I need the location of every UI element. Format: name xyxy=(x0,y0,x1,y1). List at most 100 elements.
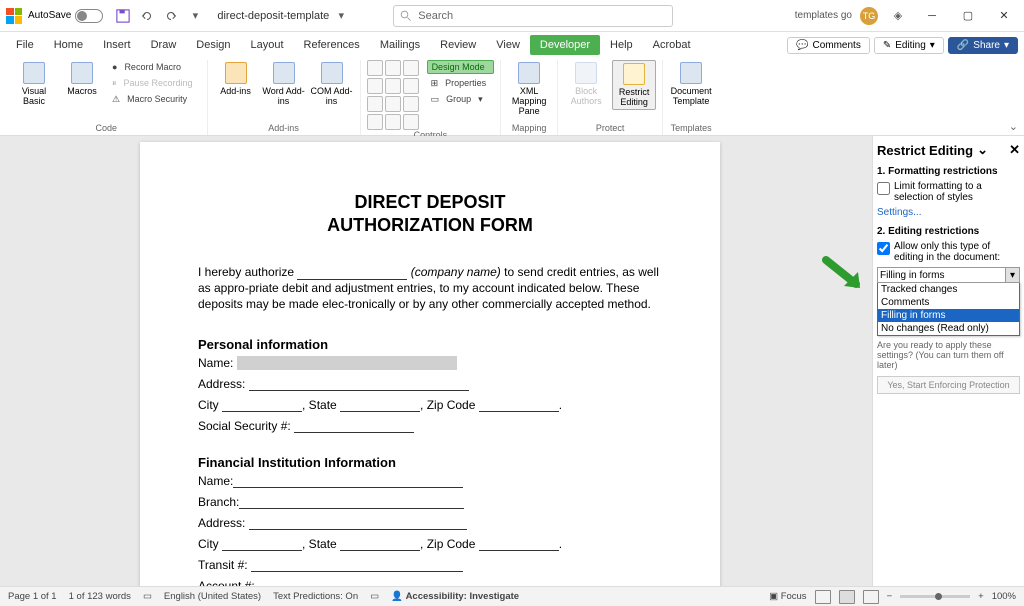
editing-checkbox[interactable]: Allow only this type of editing in the d… xyxy=(877,241,1020,263)
field-ssn: Social Security #: xyxy=(198,419,662,433)
field-name2: Name: xyxy=(198,474,662,488)
autosave-label: AutoSave xyxy=(28,10,71,21)
ribbon-collapse-icon[interactable]: ⌄ xyxy=(1009,120,1018,133)
autosave-toggle[interactable] xyxy=(75,9,103,23)
document-template-button[interactable]: Document Template xyxy=(669,60,713,108)
tab-review[interactable]: Review xyxy=(430,35,486,55)
field-account: Account #: xyxy=(198,579,662,586)
menu-bar: File Home Insert Draw Design Layout Refe… xyxy=(0,32,1024,58)
restrict-editing-button[interactable]: Restrict Editing xyxy=(612,60,656,110)
editing-type-select[interactable]: Filling in forms ▾ xyxy=(877,267,1020,283)
user-avatar[interactable]: TG xyxy=(860,7,878,25)
tab-home[interactable]: Home xyxy=(44,35,93,55)
track-changes-icon[interactable]: ▭ xyxy=(370,591,379,602)
view-print-icon[interactable] xyxy=(839,590,855,604)
word-count[interactable]: 1 of 123 words xyxy=(69,591,131,602)
tab-layout[interactable]: Layout xyxy=(241,35,294,55)
close-button[interactable]: ✕ xyxy=(990,2,1018,30)
chevron-down-icon[interactable]: ▾ xyxy=(1005,268,1019,282)
pane-close-button[interactable]: ✕ xyxy=(1009,142,1020,158)
zoom-level[interactable]: 100% xyxy=(992,591,1016,602)
option-comments[interactable]: Comments xyxy=(878,296,1019,309)
ribbon-group-protect: Block Authors Restrict Editing Protect xyxy=(558,60,663,135)
group-button[interactable]: ▭ Group ▾ xyxy=(427,92,495,106)
controls-grid-2[interactable] xyxy=(367,96,419,130)
account-name[interactable]: templates go xyxy=(795,10,852,21)
visual-basic-button[interactable]: Visual Basic xyxy=(12,60,56,108)
pane-section-1: 1. Formatting restrictions xyxy=(877,166,1020,177)
doc-title-2: AUTHORIZATION FORM xyxy=(198,215,662,236)
maximize-button[interactable]: ▢ xyxy=(954,2,982,30)
tab-help[interactable]: Help xyxy=(600,35,643,55)
tab-draw[interactable]: Draw xyxy=(141,35,187,55)
properties-button[interactable]: ⊞ Properties xyxy=(427,76,495,90)
tab-design[interactable]: Design xyxy=(186,35,240,55)
field-transit: Transit #: xyxy=(198,558,662,572)
controls-grid-1[interactable] xyxy=(367,60,419,94)
field-address: Address: xyxy=(198,377,662,391)
settings-link[interactable]: Settings... xyxy=(877,207,1020,218)
spell-icon[interactable]: ▭ xyxy=(143,591,152,602)
ribbon-group-templates: Document Template Templates xyxy=(663,60,719,135)
tab-mailings[interactable]: Mailings xyxy=(370,35,430,55)
focus-mode[interactable]: ▣ Focus xyxy=(769,591,807,602)
field-branch: Branch: xyxy=(198,495,662,509)
zoom-slider[interactable] xyxy=(900,595,970,598)
ribbon-group-code: Visual Basic Macros ● Record Macro ⏸ Pau… xyxy=(6,60,208,135)
zoom-in-button[interactable]: + xyxy=(978,591,984,602)
qat-dropdown-icon[interactable]: ▾ xyxy=(187,8,203,24)
title-bar: AutoSave ▾ direct-deposit-template ▾ Sea… xyxy=(0,0,1024,32)
document-area: DIRECT DEPOSIT AUTHORIZATION FORM I here… xyxy=(0,136,1024,586)
option-tracked[interactable]: Tracked changes xyxy=(878,283,1019,296)
tab-developer[interactable]: Developer xyxy=(530,35,600,55)
pause-recording-button: ⏸ Pause Recording xyxy=(108,76,201,90)
option-nochanges[interactable]: No changes (Read only) xyxy=(878,322,1019,335)
tab-file[interactable]: File xyxy=(6,35,44,55)
record-macro-button[interactable]: ● Record Macro xyxy=(108,60,201,74)
pane-note: Are you ready to apply these settings? (… xyxy=(877,340,1020,370)
editing-type-dropdown: Tracked changes Comments Filling in form… xyxy=(877,282,1020,336)
start-enforcing-button[interactable]: Yes, Start Enforcing Protection xyxy=(877,376,1020,394)
macro-security-button[interactable]: ⚠ Macro Security xyxy=(108,92,201,106)
language[interactable]: English (United States) xyxy=(164,591,261,602)
document-page[interactable]: DIRECT DEPOSIT AUTHORIZATION FORM I here… xyxy=(140,142,720,586)
minimize-button[interactable]: ─ xyxy=(918,2,946,30)
redo-icon[interactable] xyxy=(163,8,179,24)
ribbon-group-controls: Design Mode ⊞ Properties ▭ Group ▾ Contr… xyxy=(361,60,502,135)
undo-icon[interactable] xyxy=(139,8,155,24)
status-bar: Page 1 of 1 1 of 123 words ▭ English (Un… xyxy=(0,586,1024,606)
pane-section-2: 2. Editing restrictions xyxy=(877,226,1020,237)
xml-mapping-button[interactable]: XML Mapping Pane xyxy=(507,60,551,118)
save-icon[interactable] xyxy=(115,8,131,24)
comments-button[interactable]: 💬 Comments xyxy=(787,37,870,54)
search-input[interactable]: Search xyxy=(393,5,673,27)
macros-button[interactable]: Macros xyxy=(60,60,104,98)
title-dropdown-icon[interactable]: ▾ xyxy=(333,8,349,24)
zoom-out-button[interactable]: − xyxy=(887,591,893,602)
option-filling[interactable]: Filling in forms xyxy=(878,309,1019,322)
doc-intro: I hereby authorize (company name) to sen… xyxy=(198,264,662,313)
tab-insert[interactable]: Insert xyxy=(93,35,141,55)
word-addins-button[interactable]: Word Add-ins xyxy=(262,60,306,108)
accessibility[interactable]: 👤 Accessibility: Investigate xyxy=(391,591,519,602)
tab-references[interactable]: References xyxy=(294,35,370,55)
search-placeholder: Search xyxy=(418,10,453,22)
com-addins-button[interactable]: COM Add-ins xyxy=(310,60,354,108)
view-web-icon[interactable] xyxy=(863,590,879,604)
page-count[interactable]: Page 1 of 1 xyxy=(8,591,57,602)
annotation-arrow-icon xyxy=(820,254,870,298)
text-predictions[interactable]: Text Predictions: On xyxy=(273,591,358,602)
tab-view[interactable]: View xyxy=(486,35,530,55)
view-read-icon[interactable] xyxy=(815,590,831,604)
ribbon-group-addins: Add-ins Word Add-ins COM Add-ins Add-ins xyxy=(208,60,361,135)
pane-dropdown-icon[interactable]: ⌄ xyxy=(977,142,988,158)
formatting-checkbox[interactable]: Limit formatting to a selection of style… xyxy=(877,181,1020,203)
design-mode-button[interactable]: Design Mode xyxy=(427,60,495,74)
search-icon xyxy=(400,10,412,22)
restrict-editing-pane: Restrict Editing ⌄ ✕ 1. Formatting restr… xyxy=(872,136,1024,586)
diamond-icon[interactable]: ◈ xyxy=(890,8,906,24)
editing-button[interactable]: ✎ Editing ▾ xyxy=(874,37,944,54)
share-button[interactable]: 🔗 Share ▾ xyxy=(948,37,1018,54)
addins-button[interactable]: Add-ins xyxy=(214,60,258,98)
tab-acrobat[interactable]: Acrobat xyxy=(643,35,701,55)
